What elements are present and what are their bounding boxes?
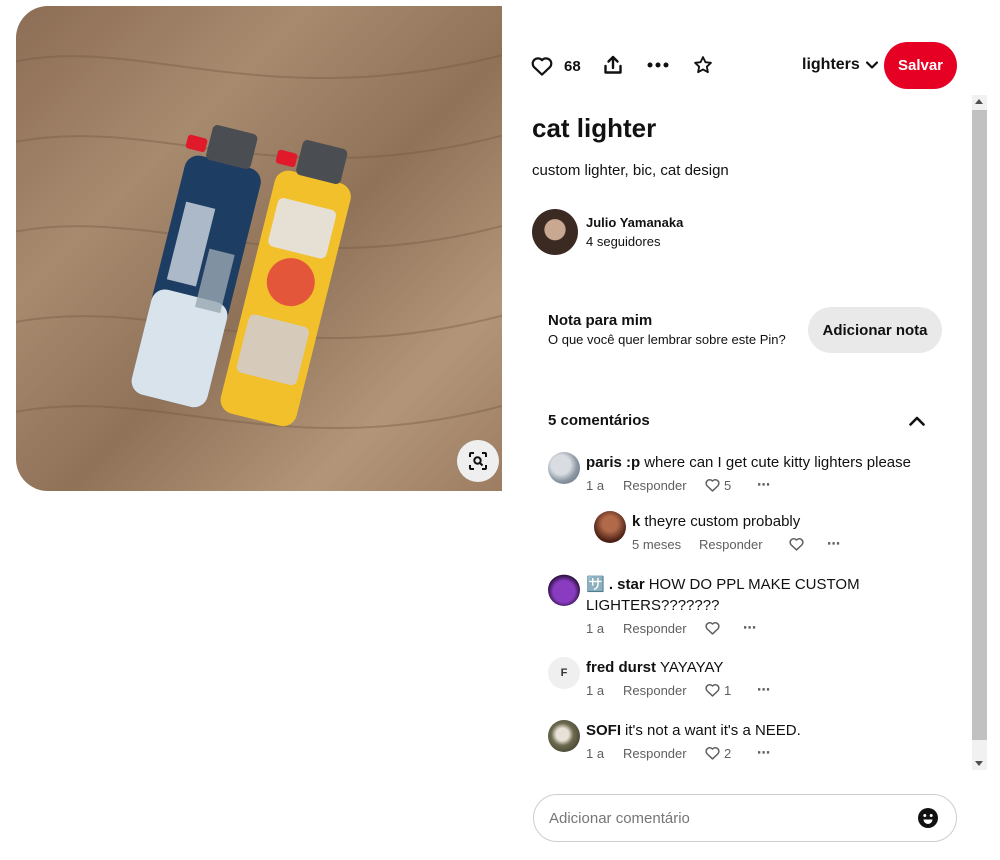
comment-reply-item: k theyre custom probably 5 meses Responde…: [594, 511, 948, 556]
reply-button[interactable]: Responder: [699, 537, 789, 552]
add-note-button[interactable]: Adicionar nota: [808, 307, 942, 353]
avatar[interactable]: [548, 452, 580, 484]
comment-like-button[interactable]: 2: [705, 746, 757, 761]
comment-time: 5 meses: [632, 536, 682, 552]
avatar[interactable]: [594, 511, 626, 543]
comments-count: 5 comentários: [548, 412, 650, 429]
comment-author[interactable]: paris :p: [586, 454, 640, 471]
comment-text: where can I get cute kitty lighters plea…: [644, 454, 911, 471]
comment-item: SOFI it's not a want it's a NEED. 1 a Res…: [548, 720, 948, 765]
more-options-button[interactable]: [646, 54, 670, 76]
comments-header: 5 comentários: [548, 410, 928, 432]
creator-name[interactable]: Julio Yamanaka: [586, 215, 683, 230]
comment-item: F fred durst YAYAYAY 1 a Responder 1 ⋯: [548, 657, 948, 702]
note-section: Nota para mim O que você quer lembrar so…: [548, 307, 942, 353]
comment-time: 1 a: [586, 477, 605, 493]
comment-more-button[interactable]: ⋯: [827, 536, 841, 552]
like-button[interactable]: [530, 55, 554, 77]
action-bar: 68 lighters Salvar: [530, 40, 960, 92]
comment-time: 1 a: [586, 620, 605, 636]
comment-time: 1 a: [586, 682, 605, 698]
comment-input-box[interactable]: [533, 794, 957, 842]
heart-icon: [789, 538, 804, 551]
scrollbar[interactable]: [972, 95, 987, 770]
comment-like-button[interactable]: 1: [705, 683, 757, 698]
comment-text: YAYAYAY: [660, 659, 724, 676]
scrollbar-thumb[interactable]: [972, 110, 987, 740]
chevron-down-icon: [865, 61, 878, 69]
heart-icon: [705, 684, 720, 697]
pin-title: cat lighter: [532, 113, 657, 143]
share-button[interactable]: [602, 54, 624, 76]
comment-more-button[interactable]: ⋯: [757, 682, 771, 698]
pin-image[interactable]: [16, 6, 502, 491]
comment-more-button[interactable]: ⋯: [757, 477, 771, 493]
chevron-up-icon: [909, 416, 925, 426]
comment-meta: 1 a Responder 2 ⋯: [586, 745, 771, 761]
emoji-icon[interactable]: [918, 808, 938, 828]
comment-time: 1 a: [586, 745, 605, 761]
scroll-down-arrow[interactable]: [975, 761, 983, 766]
avatar[interactable]: [548, 574, 580, 606]
favorite-button[interactable]: [692, 54, 714, 76]
share-icon: [604, 55, 622, 74]
comment-more-button[interactable]: ⋯: [757, 745, 771, 761]
comment-like-count: 1: [724, 682, 732, 698]
avatar[interactable]: [532, 209, 578, 255]
creator-followers: 4 seguidores: [586, 234, 661, 249]
save-button[interactable]: Salvar: [884, 42, 957, 89]
comment-more-button[interactable]: ⋯: [743, 620, 757, 636]
avatar[interactable]: [548, 720, 580, 752]
comment-text: it's not a want it's a NEED.: [625, 722, 801, 739]
comment-input[interactable]: [549, 805, 909, 831]
heart-icon: [705, 479, 720, 492]
reply-button[interactable]: Responder: [623, 746, 705, 761]
reply-button[interactable]: Responder: [623, 621, 705, 636]
comment-meta: 1 a Responder 1 ⋯: [586, 682, 771, 698]
lighters-photo: [16, 54, 502, 429]
comment-item: 🈂️ . star HOW DO PPL MAKE CUSTOM LIGHTERS…: [548, 574, 948, 639]
star-icon: [694, 56, 712, 74]
comment-author[interactable]: k: [632, 513, 640, 530]
comment-like-count: 5: [724, 477, 732, 493]
avatar[interactable]: F: [548, 657, 580, 689]
comment-meta: 5 meses Responder ⋯: [632, 536, 841, 552]
comment-author[interactable]: SOFI: [586, 722, 621, 739]
comment-text: theyre custom probably: [644, 513, 801, 530]
visual-search-button[interactable]: [457, 440, 499, 482]
pin-details: cat lighter custom lighter, bic, cat des…: [502, 95, 972, 770]
comment-meta: 1 a Responder 5 ⋯: [586, 477, 771, 493]
comment-like-button[interactable]: [705, 621, 743, 635]
comment-author[interactable]: 🈂️ . star: [586, 576, 645, 593]
pin-description: custom lighter, bic, cat design: [532, 162, 729, 179]
comment-like-button[interactable]: [789, 537, 827, 551]
ellipsis-icon: [647, 62, 669, 68]
creator-profile[interactable]: Julio Yamanaka 4 seguidores: [532, 209, 683, 255]
reply-button[interactable]: Responder: [623, 478, 705, 493]
reply-button[interactable]: Responder: [623, 683, 705, 698]
board-name: lighters: [802, 56, 860, 73]
collapse-comments-button[interactable]: [906, 410, 928, 432]
comment-like-button[interactable]: 5: [705, 478, 757, 493]
like-count: 68: [564, 58, 581, 75]
comment-meta: 1 a Responder ⋯: [586, 620, 757, 636]
comment-like-count: 2: [724, 745, 732, 761]
board-dropdown[interactable]: lighters: [802, 56, 878, 74]
heart-icon: [705, 622, 720, 635]
comment-author[interactable]: fred durst: [586, 659, 656, 676]
lens-icon: [469, 452, 487, 470]
note-subtitle: O que você quer lembrar sobre este Pin?: [548, 332, 786, 347]
heart-icon: [705, 747, 720, 760]
note-title: Nota para mim: [548, 312, 653, 329]
heart-icon: [531, 57, 553, 76]
scroll-up-arrow[interactable]: [975, 99, 983, 104]
comment-item: paris :p where can I get cute kitty light…: [548, 452, 948, 497]
